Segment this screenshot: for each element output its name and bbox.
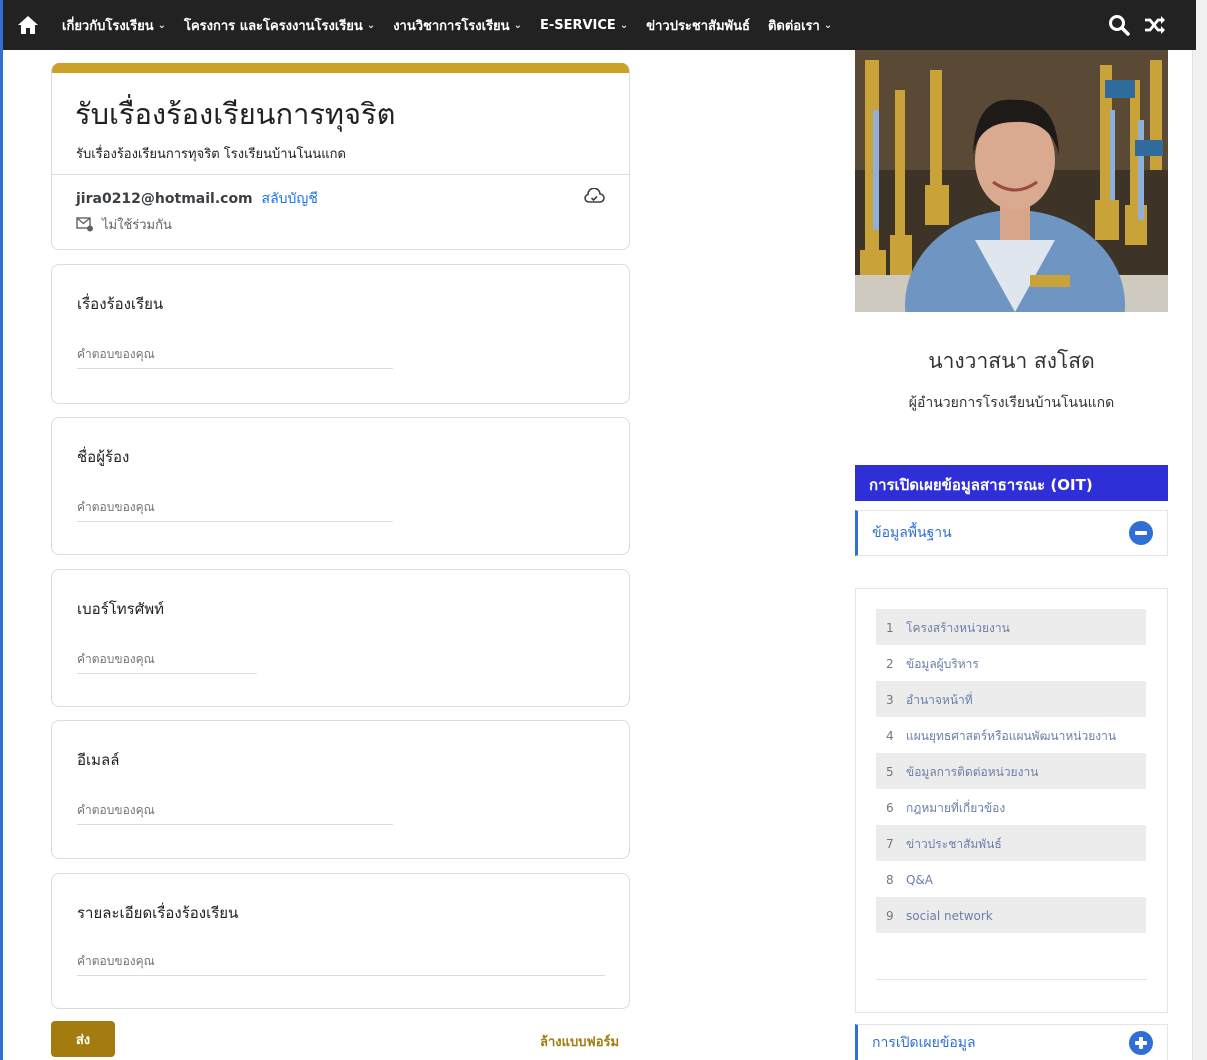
cloud-saved-icon	[584, 188, 605, 203]
account-email: jira0212@hotmail.com	[76, 191, 253, 207]
list-item[interactable]: 5 ข้อมูลการติดต่อหน่วยงาน	[876, 753, 1146, 789]
question-card-complaint: เรื่องร้องเรียน	[51, 264, 630, 404]
page-scrollbar[interactable]	[1192, 0, 1207, 1060]
item-number: 1	[886, 621, 894, 635]
question-card-email: อีเมลล์	[51, 720, 630, 859]
search-icon[interactable]	[1108, 14, 1130, 36]
top-navbar: เกี่ยวกับโรงเรียน ⌄ โครงการ และโครงงานโร…	[3, 0, 1196, 50]
chevron-down-icon: ⌄	[157, 19, 166, 31]
phone-input[interactable]	[77, 652, 257, 674]
nav-item-about[interactable]: เกี่ยวกับโรงเรียน ⌄	[53, 0, 175, 50]
list-item[interactable]: 8 Q&A	[876, 861, 1146, 897]
question-label: รายละเอียดเรื่องร้องเรียน	[77, 904, 239, 922]
nav-item-label: ติดต่อเรา	[767, 18, 820, 34]
item-label: ข้อมูลการติดต่อหน่วยงาน	[906, 765, 1039, 779]
name-input[interactable]	[77, 500, 393, 522]
accordion-label: การเปิดเผยข้อมูล	[872, 1034, 976, 1051]
item-number: 2	[886, 657, 894, 671]
oit-header: การเปิดเผยข้อมูลสาธารณะ (OIT)	[855, 465, 1168, 501]
item-label: ข่าวประชาสัมพันธ์	[906, 837, 1002, 851]
nav-item-academic[interactable]: งานวิชาการโรงเรียน ⌄	[384, 0, 531, 50]
collapse-icon[interactable]	[1129, 521, 1153, 545]
nav-item-label: E-SERVICE	[539, 17, 616, 33]
item-number: 8	[886, 873, 894, 887]
details-input[interactable]	[77, 954, 605, 976]
form-header-card: รับเรื่องร้องเรียนการทุจริต รับเรื่องร้อ…	[51, 63, 630, 250]
divider	[52, 174, 629, 175]
submit-button[interactable]: ส่ง	[51, 1021, 115, 1057]
nav-item-label: เกี่ยวกับโรงเรียน	[62, 18, 154, 34]
clear-form-button[interactable]: ล้างแบบฟอร์ม	[540, 1031, 619, 1052]
item-label: โครงสร้างหน่วยงาน	[906, 621, 1010, 635]
nav-item-projects[interactable]: โครงการ และโครงงานโรงเรียน ⌄	[175, 0, 384, 50]
divider	[876, 979, 1147, 980]
accordion-disclosure[interactable]: การเปิดเผยข้อมูล	[855, 1024, 1168, 1060]
item-number: 6	[886, 801, 894, 815]
home-icon	[18, 16, 38, 34]
item-label: กฎหมายที่เกี่ยวข้อง	[906, 801, 1006, 815]
page-left-border	[0, 0, 3, 1060]
item-number: 9	[886, 909, 894, 923]
nav-item-label: ข่าวประชาสัมพันธ์	[646, 18, 750, 34]
list-item[interactable]: 1 โครงสร้างหน่วยงาน	[876, 609, 1146, 645]
chevron-down-icon: ⌄	[513, 19, 522, 31]
question-label: เบอร์โทรศัพท์	[77, 600, 165, 618]
director-name: นางวาสนา สงโสด	[928, 349, 1095, 373]
chevron-down-icon: ⌄	[823, 19, 833, 31]
question-card-details: รายละเอียดเรื่องร้องเรียน	[51, 873, 630, 1009]
complaint-input[interactable]	[77, 347, 393, 369]
list-item[interactable]: 3 อำนาจหน้าที่	[876, 681, 1146, 717]
question-label: ชื่อผู้ร้อง	[77, 448, 130, 466]
account-info: jira0212@hotmail.com สลับบัญชี	[76, 188, 318, 210]
question-card-name: ชื่อผู้ร้อง	[51, 417, 630, 555]
nav-item-label: โครงการ และโครงงานโรงเรียน	[184, 18, 363, 34]
question-label: อีเมลล์	[77, 751, 120, 769]
switch-account-link[interactable]: สลับบัญชี	[262, 191, 318, 207]
list-item[interactable]: 4 แผนยุทธศาสตร์หรือแผนพัฒนาหน่วยงาน	[876, 717, 1146, 753]
form-title: รับเรื่องร้องเรียนการทุจริต	[75, 97, 396, 131]
mail-settings-icon	[76, 217, 93, 232]
chevron-down-icon: ⌄	[619, 19, 629, 31]
list-item[interactable]: 9 social network	[876, 897, 1146, 933]
item-number: 7	[886, 837, 894, 851]
form-accent-bar	[52, 63, 629, 73]
item-label: อำนาจหน้าที่	[906, 693, 973, 707]
nav-item-news[interactable]: ข่าวประชาสัมพันธ์	[637, 0, 759, 50]
form-description: รับเรื่องร้องเรียนการทุจริต โรงเรียนบ้าน…	[76, 147, 346, 162]
oit-list-panel: 1 โครงสร้างหน่วยงาน 2 ข้อมูลผู้บริหาร 3 อำน…	[855, 588, 1168, 1013]
not-shared-note: ไม่ใช้ร่วมกัน	[76, 214, 172, 235]
item-label: ข้อมูลผู้บริหาร	[906, 657, 979, 671]
item-label: social network	[906, 909, 993, 923]
nav-tools	[1108, 14, 1196, 36]
home-button[interactable]	[3, 0, 53, 50]
item-number: 4	[886, 729, 894, 743]
nav-item-contact[interactable]: ติดต่อเรา ⌄	[759, 0, 841, 50]
not-shared-label: ไม่ใช้ร่วมกัน	[102, 218, 172, 233]
accordion-basic-info[interactable]: ข้อมูลพื้นฐาน	[855, 510, 1168, 556]
item-label: แผนยุทธศาสตร์หรือแผนพัฒนาหน่วยงาน	[906, 729, 1117, 743]
list-item[interactable]: 7 ข่าวประชาสัมพันธ์	[876, 825, 1146, 861]
nav-item-label: งานวิชาการโรงเรียน	[393, 18, 510, 34]
chevron-down-icon: ⌄	[366, 19, 376, 31]
list-item[interactable]: 2 ข้อมูลผู้บริหาร	[876, 645, 1146, 681]
item-label: Q&A	[906, 873, 934, 887]
shuffle-icon[interactable]	[1144, 15, 1166, 35]
question-card-phone: เบอร์โทรศัพท์	[51, 569, 630, 707]
item-number: 3	[886, 693, 894, 707]
list-item[interactable]: 6 กฎหมายที่เกี่ยวข้อง	[876, 789, 1146, 825]
question-label: เรื่องร้องเรียน	[77, 295, 164, 313]
email-input[interactable]	[77, 803, 393, 825]
accordion-label: ข้อมูลพื้นฐาน	[872, 525, 952, 541]
nav-item-eservice[interactable]: E-SERVICE ⌄	[531, 0, 637, 50]
expand-icon[interactable]	[1129, 1030, 1153, 1055]
director-role: ผู้อำนวยการโรงเรียนบ้านโนนแกด	[908, 395, 1115, 411]
director-photo	[855, 50, 1168, 312]
oit-list: 1 โครงสร้างหน่วยงาน 2 ข้อมูลผู้บริหาร 3 อำน…	[876, 609, 1146, 933]
item-number: 5	[886, 765, 894, 779]
